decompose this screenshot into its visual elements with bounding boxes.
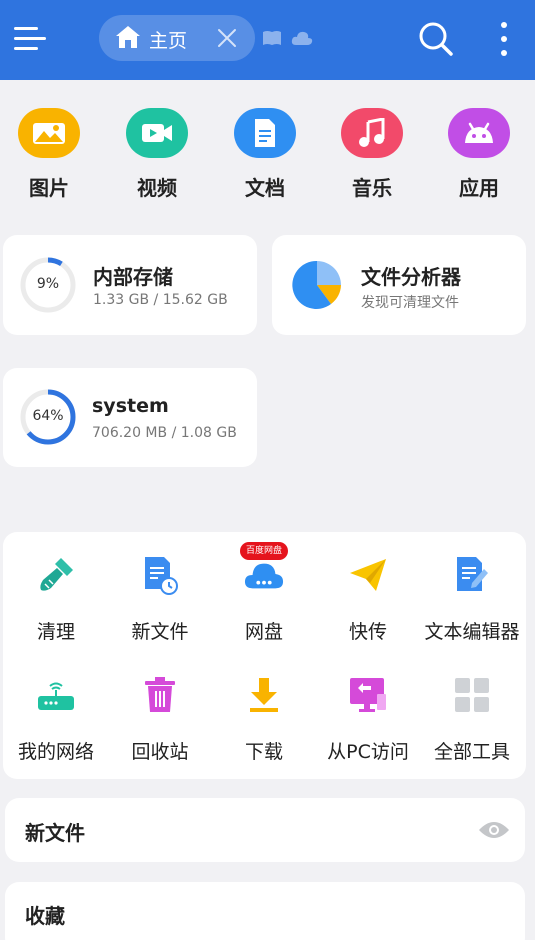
search-icon[interactable] [418, 21, 454, 61]
category-videos[interactable]: 视频 [112, 108, 202, 203]
category-music[interactable]: 音乐 [327, 108, 417, 203]
category-documents[interactable]: 文档 [220, 108, 310, 203]
system-storage-card[interactable]: 64% system 706.20 MB / 1.08 GB [3, 368, 257, 467]
menu-icon[interactable] [14, 24, 48, 54]
eye-icon[interactable] [478, 820, 510, 844]
tab-label: 主页 [149, 30, 188, 52]
broom-icon [36, 555, 76, 595]
favorites-section[interactable]: 收藏 [5, 882, 525, 940]
tool-label: 文本编辑器 [424, 621, 520, 643]
category-label: 音乐 [352, 176, 392, 200]
cloud-drive-icon [244, 555, 284, 595]
category-images[interactable]: 图片 [4, 108, 94, 203]
text-editor-icon [452, 555, 492, 595]
tool-text-editor[interactable]: 文本编辑器 [420, 545, 524, 645]
tool-clean[interactable]: 清理 [4, 545, 108, 645]
new-file-icon [140, 555, 180, 595]
trash-icon [140, 675, 180, 715]
baidu-drive-badge: 百度网盘 [240, 542, 288, 560]
storage-detail: 706.20 MB / 1.08 GB [92, 425, 237, 441]
tool-recycle-bin[interactable]: 回收站 [108, 665, 212, 765]
pc-access-icon [348, 675, 388, 715]
tool-pc-access[interactable]: 从PC访问 [316, 665, 420, 765]
tool-label: 全部工具 [433, 741, 510, 763]
category-apps[interactable]: 应用 [434, 108, 524, 203]
storage-title: 内部存储 [93, 265, 173, 289]
document-icon [234, 108, 296, 158]
close-icon[interactable] [216, 27, 238, 53]
storage-detail: 1.33 GB / 15.62 GB [93, 292, 228, 308]
tool-my-network[interactable]: 我的网络 [4, 665, 108, 765]
file-analyzer-card[interactable]: 文件分析器 发现可清理文件 [272, 235, 526, 335]
more-vertical-icon[interactable] [496, 20, 512, 58]
tool-cloud-drive[interactable]: 网盘 [212, 545, 316, 645]
download-icon [244, 675, 284, 715]
grid-icon [452, 675, 492, 715]
analyzer-subtitle: 发现可清理文件 [361, 295, 459, 311]
music-icon [341, 108, 403, 158]
tool-label: 新文件 [131, 621, 189, 643]
pie-chart-icon [292, 260, 342, 314]
storage-title: system [92, 395, 169, 417]
tool-label: 我的网络 [17, 741, 94, 763]
category-label: 文档 [245, 176, 285, 200]
tool-all-tools[interactable]: 全部工具 [420, 665, 524, 765]
video-icon [126, 108, 188, 158]
storage-percent: 64% [32, 408, 64, 424]
cloud-icon[interactable] [291, 30, 313, 50]
storage-percent: 9% [36, 276, 60, 292]
home-icon [115, 25, 141, 53]
tool-download[interactable]: 下载 [212, 665, 316, 765]
tool-label: 快传 [348, 621, 387, 643]
category-label: 视频 [137, 176, 177, 200]
tool-new-files[interactable]: 新文件 [108, 545, 212, 645]
tool-label: 网盘 [244, 621, 283, 643]
new-files-section[interactable]: 新文件 [5, 798, 525, 862]
top-app-bar: 主页 [0, 0, 535, 80]
tab-home[interactable]: 主页 [99, 15, 255, 61]
tool-label: 清理 [36, 621, 75, 643]
category-label: 图片 [29, 176, 69, 200]
image-icon [18, 108, 80, 158]
section-title: 新文件 [25, 821, 85, 845]
book-icon[interactable] [262, 30, 282, 50]
android-icon [448, 108, 510, 158]
tool-quick-send[interactable]: 快传 [316, 545, 420, 645]
tool-label: 回收站 [131, 741, 189, 763]
paper-plane-icon [348, 555, 388, 595]
tool-label: 从PC访问 [327, 741, 409, 763]
category-label: 应用 [459, 176, 499, 200]
tool-label: 下载 [244, 741, 283, 763]
section-title: 收藏 [25, 904, 65, 928]
analyzer-title: 文件分析器 [361, 265, 461, 289]
router-icon [36, 675, 76, 715]
internal-storage-card[interactable]: 9% 内部存储 1.33 GB / 15.62 GB [3, 235, 257, 335]
